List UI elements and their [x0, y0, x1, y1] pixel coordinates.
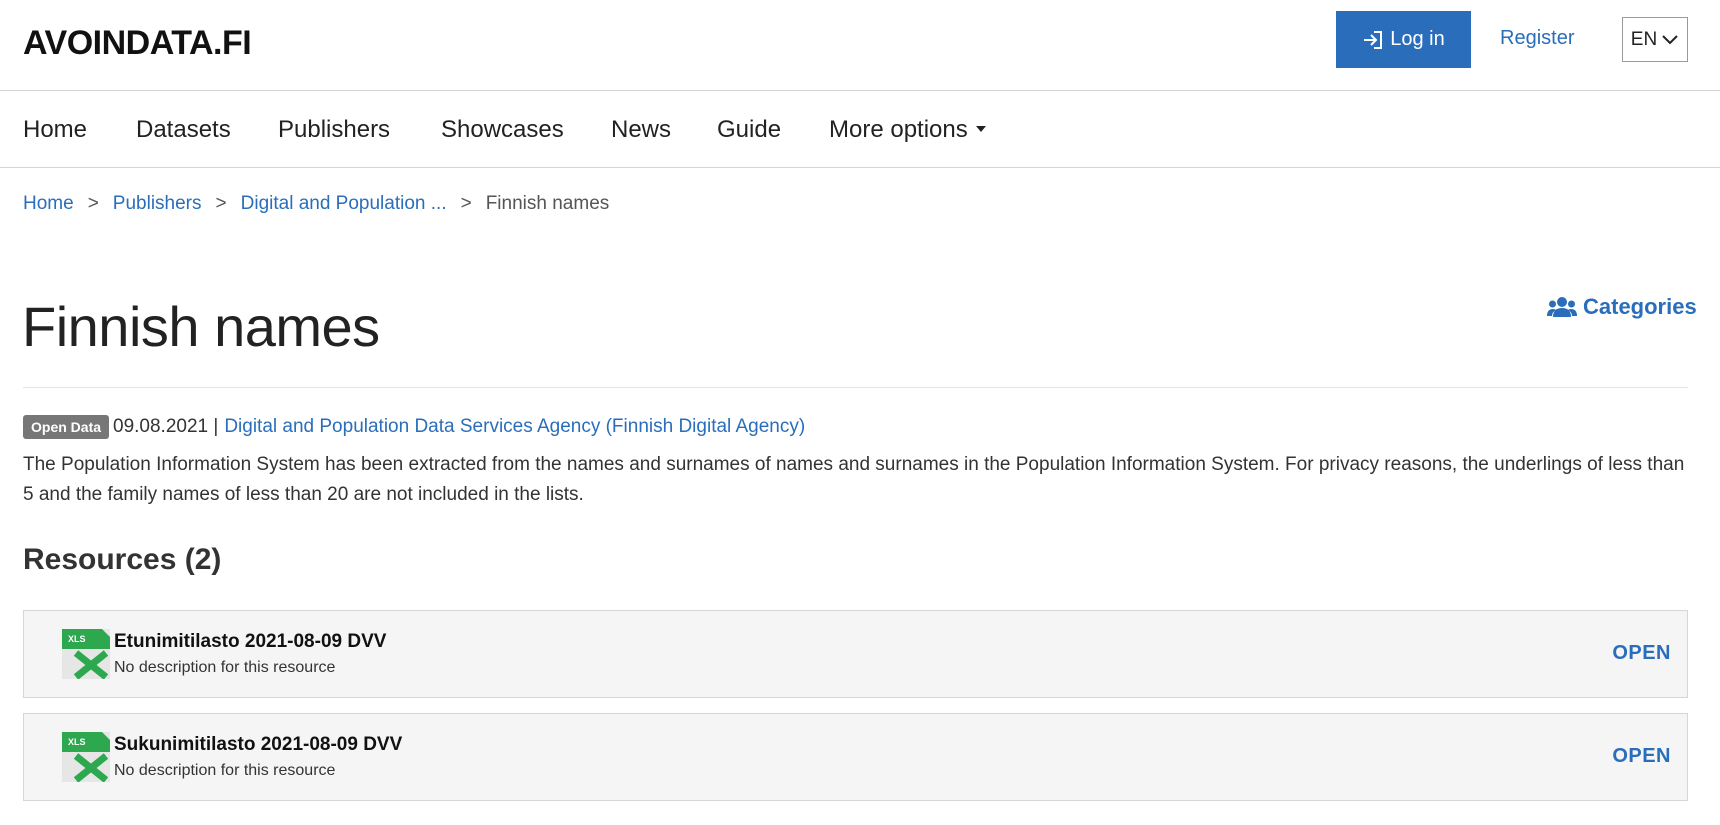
resource-description: No description for this resource: [114, 762, 336, 779]
resource-item[interactable]: XLS Etunimitilasto 2021-08-09 DVV No des…: [23, 610, 1688, 698]
nav-item-guide[interactable]: Guide: [717, 116, 781, 144]
register-link[interactable]: Register: [1500, 27, 1574, 50]
resource-description: No description for this resource: [114, 659, 336, 676]
breadcrumb-publishers[interactable]: Publishers: [113, 193, 202, 214]
xls-file-icon: XLS: [62, 629, 110, 679]
resource-title[interactable]: Sukunimitilasto 2021-08-09 DVV: [114, 734, 402, 756]
resources-heading: Resources (2): [23, 543, 222, 576]
login-icon: [1364, 30, 1383, 49]
resource-title[interactable]: Etunimitilasto 2021-08-09 DVV: [114, 631, 386, 653]
nav-item-more-options[interactable]: More options: [829, 116, 986, 144]
categories-link[interactable]: Categories: [1547, 294, 1697, 320]
resource-item[interactable]: XLS Sukunimitilasto 2021-08-09 DVV No de…: [23, 713, 1688, 801]
language-value: EN: [1630, 28, 1658, 50]
language-select[interactable]: EN: [1622, 17, 1688, 62]
site-header: AVOINDATA.FI Log in Register EN: [0, 0, 1720, 91]
breadcrumb: Home > Publishers > Digital and Population .…: [23, 193, 609, 215]
xls-format-label: XLS: [68, 737, 86, 747]
breadcrumb-separator: >: [87, 193, 99, 214]
main-nav: Home Datasets Publishers Showcases News …: [0, 91, 1720, 168]
login-label: Log in: [1390, 28, 1445, 50]
chevron-down-icon: [1662, 34, 1678, 44]
breadcrumb-home[interactable]: Home: [23, 193, 74, 214]
page-title: Finnish names: [22, 295, 380, 358]
dataset-meta: Open Data 09.08.2021 | Digital and Popul…: [23, 415, 805, 439]
breadcrumb-separator: >: [460, 193, 472, 214]
site-logo[interactable]: AVOINDATA.FI: [23, 24, 252, 63]
login-button[interactable]: Log in: [1336, 11, 1471, 68]
users-icon: [1547, 297, 1577, 317]
xls-format-label: XLS: [68, 634, 86, 644]
caret-down-icon: [975, 125, 986, 132]
title-divider: [23, 387, 1688, 388]
open-resource-button[interactable]: OPEN: [1612, 642, 1671, 665]
publisher-link[interactable]: Digital and Population Data Services Age…: [224, 416, 805, 438]
dataset-date: 09.08.2021: [113, 416, 209, 437]
nav-item-publishers[interactable]: Publishers: [278, 116, 390, 144]
meta-separator: |: [213, 416, 219, 437]
nav-item-home[interactable]: Home: [23, 116, 87, 144]
nav-item-news[interactable]: News: [611, 116, 671, 144]
breadcrumb-publisher[interactable]: Digital and Population ...: [241, 193, 447, 214]
breadcrumb-current: Finnish names: [485, 193, 610, 214]
more-options-label: More options: [829, 116, 968, 143]
license-badge: Open Data: [23, 415, 110, 439]
nav-item-showcases[interactable]: Showcases: [441, 116, 564, 144]
nav-item-datasets[interactable]: Datasets: [136, 116, 231, 144]
categories-label: Categories: [1583, 294, 1697, 319]
breadcrumb-separator: >: [215, 193, 227, 214]
xls-file-icon: XLS: [62, 732, 110, 782]
open-resource-button[interactable]: OPEN: [1612, 745, 1671, 768]
dataset-description: The Population Information System has be…: [23, 454, 1685, 505]
